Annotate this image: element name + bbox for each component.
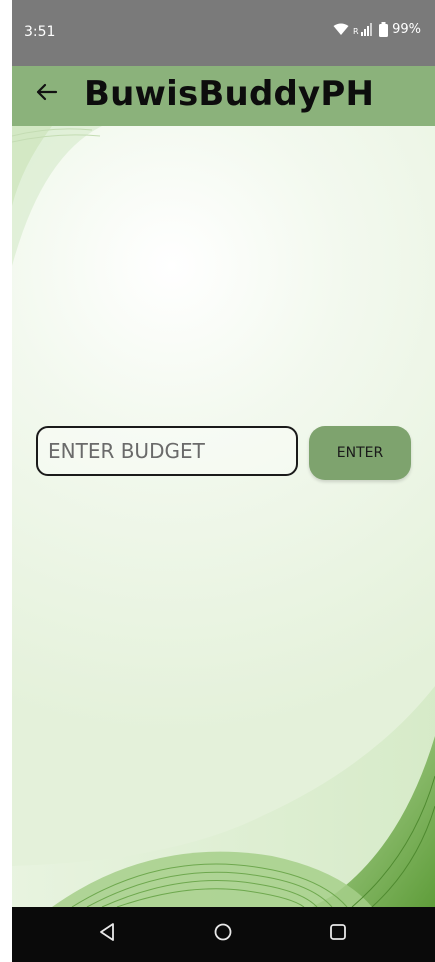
app-bar: BuwisBuddyPH — [12, 66, 435, 126]
status-bar: 3:51 R 99% — [12, 0, 435, 66]
nav-home-button[interactable] — [208, 919, 238, 949]
svg-text:R: R — [353, 27, 359, 36]
phone-screen: 3:51 R 99% BuwisBuddyPH ENTER BUDGET ENT… — [12, 0, 435, 962]
nav-recents-button[interactable] — [323, 919, 353, 949]
enter-button[interactable]: ENTER — [309, 426, 411, 480]
battery-icon — [379, 22, 389, 37]
signal-icon: R — [353, 23, 375, 36]
home-circle-icon — [213, 922, 233, 947]
status-time: 3:51 — [24, 24, 56, 40]
back-triangle-icon — [98, 922, 116, 947]
nav-back-button[interactable] — [92, 919, 122, 949]
budget-input[interactable] — [36, 426, 298, 476]
recents-square-icon — [328, 922, 348, 947]
wave-background — [12, 126, 435, 907]
back-button[interactable] — [28, 76, 64, 112]
navigation-bar — [12, 907, 435, 962]
arrow-left-icon — [34, 82, 58, 107]
status-icons: R 99% — [333, 22, 421, 37]
app-title: BuwisBuddyPH — [84, 74, 375, 114]
battery-percent: 99% — [392, 22, 421, 37]
wifi-icon — [333, 23, 349, 36]
main-content: ENTER — [12, 126, 435, 907]
